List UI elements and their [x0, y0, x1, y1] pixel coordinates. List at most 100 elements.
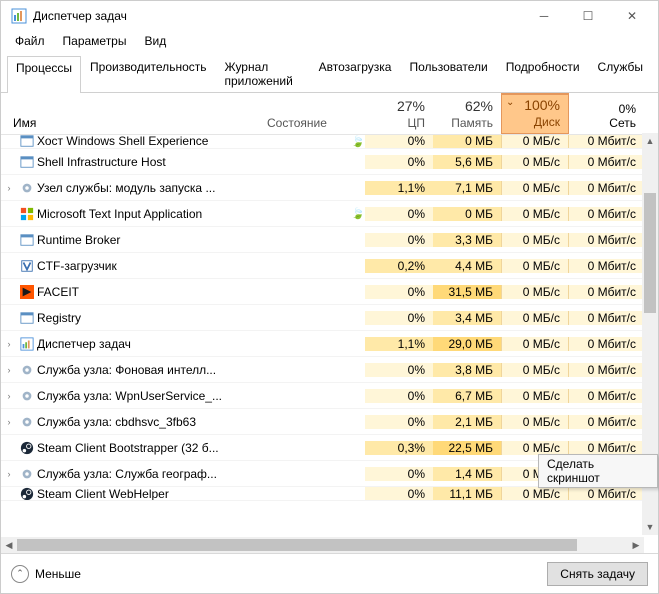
process-icon	[17, 207, 37, 221]
menubar: Файл Параметры Вид	[1, 31, 658, 51]
table-row[interactable]: FACEIT 0%31,5 МБ0 МБ/с0 Мбит/с	[1, 279, 658, 305]
disk-value: 0 МБ/с	[501, 285, 569, 299]
memory-value: 22,5 МБ	[433, 441, 501, 455]
process-name: Служба узла: Фоновая интелл...	[37, 363, 261, 377]
process-name: Диспетчер задач	[37, 337, 261, 351]
cpu-value: 0%	[365, 285, 433, 299]
table-row[interactable]: Shell Infrastructure Host0%5,6 МБ0 МБ/с0…	[1, 149, 658, 175]
expand-toggle[interactable]: ›	[1, 339, 17, 349]
process-name: CTF-загрузчик	[37, 259, 261, 273]
network-percent: 0%	[619, 102, 636, 116]
menu-options[interactable]: Параметры	[55, 32, 135, 50]
tab-app-history[interactable]: Журнал приложений	[216, 55, 310, 92]
disk-value: 0 МБ/с	[501, 233, 569, 247]
memory-value: 31,5 МБ	[433, 285, 501, 299]
scroll-up-arrow-icon[interactable]: ▲	[642, 133, 658, 149]
process-name: Shell Infrastructure Host	[37, 155, 261, 169]
network-value: 0 Мбит/с	[569, 337, 644, 351]
expand-toggle[interactable]: ›	[1, 365, 17, 375]
network-value: 0 Мбит/с	[569, 285, 644, 299]
memory-value: 7,1 МБ	[433, 181, 501, 195]
process-icon	[17, 441, 37, 455]
table-row[interactable]: ›Узел службы: модуль запуска ...1,1%7,1 …	[1, 175, 658, 201]
cpu-value: 0%	[365, 363, 433, 377]
col-header-cpu[interactable]: 27% ЦП	[365, 93, 433, 134]
chevron-up-icon: ⌃	[11, 565, 29, 583]
menu-view[interactable]: Вид	[136, 32, 174, 50]
scroll-left-arrow-icon[interactable]: ◀	[1, 537, 17, 553]
table-row[interactable]: Microsoft Text Input Application🍃0%0 МБ0…	[1, 201, 658, 227]
titlebar: Диспетчер задач ─ ☐ ✕	[1, 1, 658, 31]
horizontal-scrollbar[interactable]: ◀ ▶	[1, 537, 644, 553]
expand-toggle[interactable]: ›	[1, 417, 17, 427]
expand-toggle[interactable]: ›	[1, 391, 17, 401]
table-row[interactable]: ›Служба узла: cbdhsvc_3fb630%2,1 МБ0 МБ/…	[1, 409, 658, 435]
network-value: 0 Мбит/с	[569, 207, 644, 221]
process-icon	[17, 389, 37, 403]
tabs: Процессы Производительность Журнал прило…	[1, 51, 658, 93]
process-name: FACEIT	[37, 285, 261, 299]
table-row[interactable]: ›Служба узла: WpnUserService_...0%6,7 МБ…	[1, 383, 658, 409]
tab-users[interactable]: Пользователи	[400, 55, 496, 92]
horizontal-scroll-thumb[interactable]	[17, 539, 577, 551]
disk-value: 0 МБ/с	[501, 207, 569, 221]
tab-processes[interactable]: Процессы	[7, 56, 81, 93]
process-icon	[17, 337, 37, 351]
minimize-button[interactable]: ─	[522, 2, 566, 30]
memory-value: 3,8 МБ	[433, 363, 501, 377]
cpu-value: 0%	[365, 487, 433, 501]
process-name: Runtime Broker	[37, 233, 261, 247]
sort-chevron-icon: ⌄	[506, 97, 514, 108]
col-header-disk[interactable]: ⌄ 100% Диск	[501, 93, 569, 134]
process-name: Хост Windows Shell Experience	[37, 135, 261, 148]
menu-file[interactable]: Файл	[7, 32, 53, 50]
network-value: 0 Мбит/с	[569, 259, 644, 273]
process-icon	[17, 467, 37, 481]
col-header-name[interactable]: Имя	[1, 93, 261, 134]
process-name: Steam Client Bootstrapper (32 б...	[37, 441, 261, 455]
tab-startup[interactable]: Автозагрузка	[310, 55, 401, 92]
cpu-value: 0,2%	[365, 259, 433, 273]
col-header-memory[interactable]: 62% Память	[433, 93, 501, 134]
tab-performance[interactable]: Производительность	[81, 55, 215, 92]
process-name: Служба узла: cbdhsvc_3fb63	[37, 415, 261, 429]
table-row[interactable]: ›Диспетчер задач1,1%29,0 МБ0 МБ/с0 Мбит/…	[1, 331, 658, 357]
table-row[interactable]: Runtime Broker0%3,3 МБ0 МБ/с0 Мбит/с	[1, 227, 658, 253]
col-header-network[interactable]: 0% Сеть	[569, 93, 644, 134]
maximize-button[interactable]: ☐	[566, 2, 610, 30]
scroll-down-arrow-icon[interactable]: ▼	[642, 519, 658, 535]
close-button[interactable]: ✕	[610, 2, 654, 30]
disk-value: 0 МБ/с	[501, 415, 569, 429]
process-name: Microsoft Text Input Application	[37, 207, 261, 221]
disk-value: 0 МБ/с	[501, 311, 569, 325]
scroll-right-arrow-icon[interactable]: ▶	[628, 537, 644, 553]
disk-label: Диск	[534, 115, 560, 129]
table-row[interactable]: Registry0%3,4 МБ0 МБ/с0 Мбит/с	[1, 305, 658, 331]
disk-percent: 100%	[524, 97, 560, 113]
screenshot-tooltip: Сделать скриншот	[538, 454, 658, 488]
table-row[interactable]: ›Служба узла: Фоновая интелл...0%3,8 МБ0…	[1, 357, 658, 383]
disk-value: 0 МБ/с	[501, 389, 569, 403]
table-row[interactable]: Steam Client WebHelper0%11,1 МБ0 МБ/с0 М…	[1, 487, 658, 501]
memory-value: 11,1 МБ	[433, 487, 501, 501]
process-name: Служба узла: Служба географ...	[37, 467, 261, 481]
tab-services[interactable]: Службы	[589, 55, 652, 92]
memory-value: 6,7 МБ	[433, 389, 501, 403]
process-name: Steam Client WebHelper	[37, 487, 261, 501]
process-name: Служба узла: WpnUserService_...	[37, 389, 261, 403]
tab-details[interactable]: Подробности	[497, 55, 589, 92]
vertical-scroll-thumb[interactable]	[644, 193, 656, 313]
disk-value: 0 МБ/с	[501, 135, 569, 148]
cpu-value: 0%	[365, 207, 433, 221]
expand-toggle[interactable]: ›	[1, 183, 17, 193]
cpu-value: 0%	[365, 135, 433, 148]
memory-value: 1,4 МБ	[433, 467, 501, 481]
col-header-status[interactable]: Состояние	[261, 93, 351, 134]
fewer-details-button[interactable]: ⌃ Меньше	[11, 565, 81, 583]
table-row[interactable]: CTF-загрузчик0,2%4,4 МБ0 МБ/с0 Мбит/с	[1, 253, 658, 279]
expand-toggle[interactable]: ›	[1, 469, 17, 479]
network-label: Сеть	[609, 116, 636, 130]
cpu-value: 1,1%	[365, 337, 433, 351]
table-row[interactable]: Хост Windows Shell Experience🍃0%0 МБ0 МБ…	[1, 135, 658, 149]
end-task-button[interactable]: Снять задачу	[547, 562, 648, 586]
